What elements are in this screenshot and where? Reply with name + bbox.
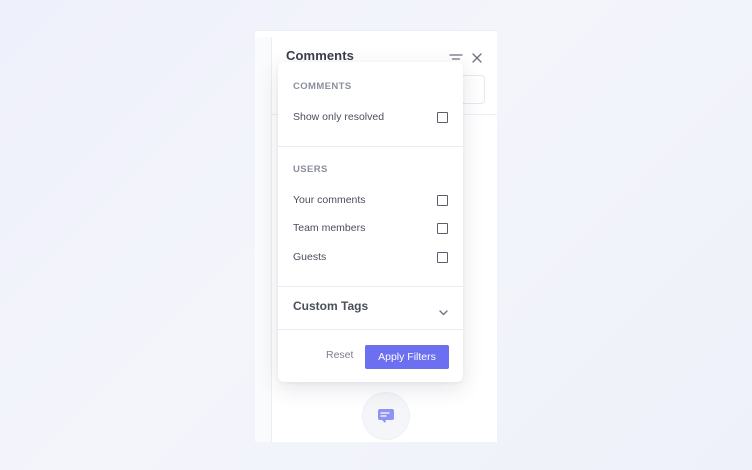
panel-side-rail [255, 37, 272, 442]
guests-checkbox[interactable] [437, 252, 448, 263]
filter-option-your-comments[interactable]: Your comments [293, 192, 448, 210]
users-section-heading: USERS [293, 164, 328, 175]
filter-option-show-only-resolved[interactable]: Show only resolved [293, 109, 448, 127]
custom-tags-label: Custom Tags [293, 299, 369, 313]
add-comment-button[interactable] [362, 392, 410, 440]
section-divider [278, 329, 463, 330]
option-label: Show only resolved [293, 111, 385, 123]
comments-section-heading: COMMENTS [293, 81, 352, 92]
reset-button[interactable]: Reset [322, 345, 357, 365]
show-only-resolved-checkbox[interactable] [437, 112, 448, 123]
filter-option-team-members[interactable]: Team members [293, 220, 448, 238]
section-divider [278, 286, 463, 287]
panel-title: Comments [286, 48, 354, 63]
close-icon[interactable] [471, 51, 483, 63]
your-comments-checkbox[interactable] [437, 195, 448, 206]
filter-option-guests[interactable]: Guests [293, 249, 448, 267]
option-label: Guests [293, 251, 327, 263]
team-members-checkbox[interactable] [437, 223, 448, 234]
option-label: Team members [293, 222, 366, 234]
section-divider [278, 146, 463, 147]
chevron-down-icon [439, 303, 448, 321]
filter-popover: COMMENTS Show only resolved USERS Your c… [278, 62, 463, 382]
option-label: Your comments [293, 194, 366, 206]
custom-tags-toggle[interactable]: Custom Tags [293, 294, 448, 316]
apply-filters-button[interactable]: Apply Filters [365, 345, 449, 369]
